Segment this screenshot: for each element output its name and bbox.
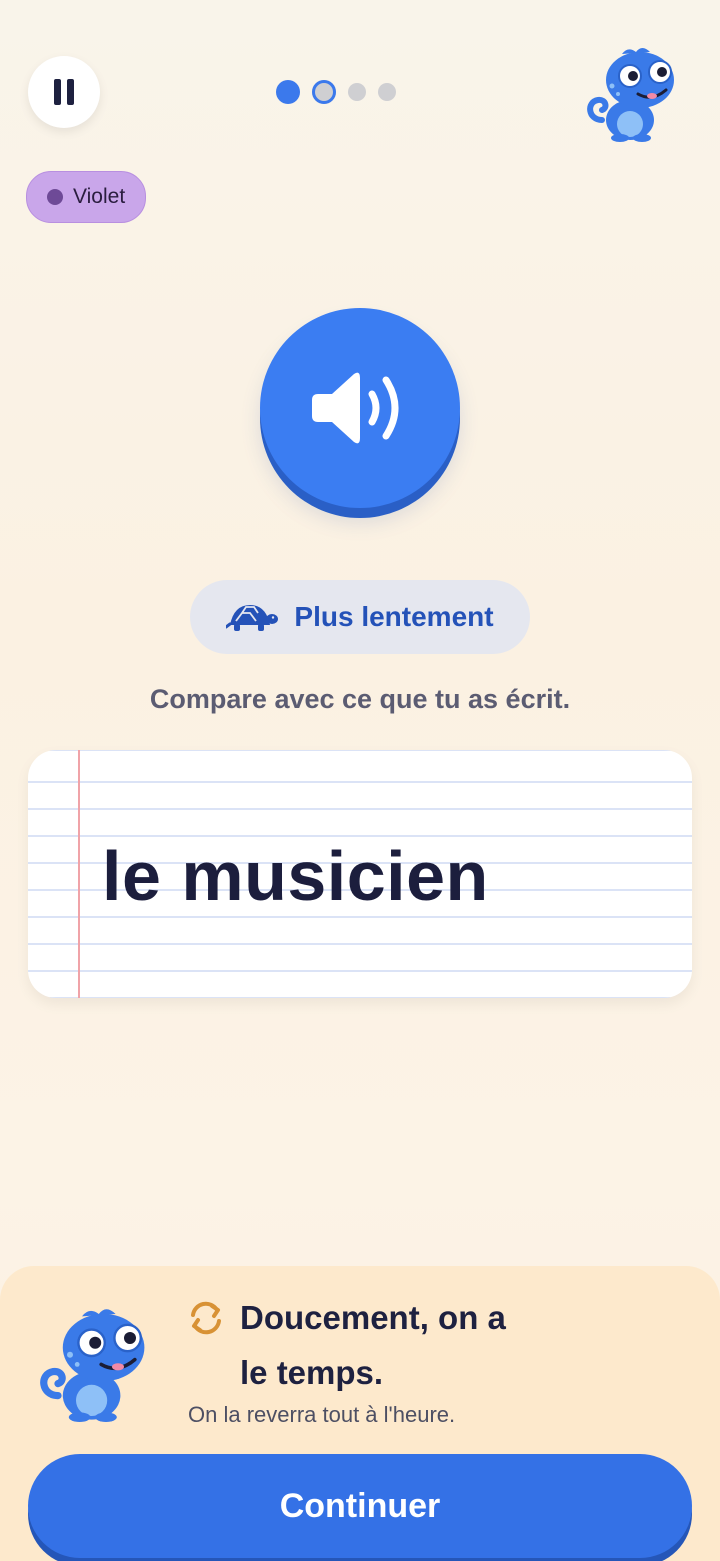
answer-word: le musicien	[102, 837, 489, 915]
tag-dot-icon	[47, 189, 63, 205]
progress-dot-1	[276, 80, 300, 104]
notebook-margin-line	[78, 750, 80, 998]
answer-card: le musicien	[28, 750, 692, 998]
chameleon-mascot-icon	[587, 48, 674, 142]
pause-button[interactable]	[28, 56, 100, 128]
speaker-icon	[312, 372, 399, 444]
pause-icon	[54, 79, 61, 105]
progress-dot-4	[378, 83, 396, 101]
pause-icon-bar	[67, 79, 74, 105]
feedback-title-line2: le temps.	[240, 1354, 384, 1391]
progress-dot-3	[348, 83, 366, 101]
feedback-title: Doucement, on a le temps.	[240, 1290, 600, 1400]
continue-label: Continuer	[279, 1486, 441, 1525]
continue-button[interactable]: Continuer	[28, 1454, 692, 1558]
tag-label: Violet	[73, 185, 126, 208]
play-audio-button[interactable]	[260, 308, 460, 508]
instruction-text: Compare avec ce que tu as écrit.	[149, 684, 571, 714]
progress-dots	[276, 80, 396, 104]
refresh-icon	[191, 1301, 221, 1335]
feedback-title-line1: Doucement, on a	[240, 1299, 506, 1336]
feedback-subtitle: On la reverra tout à l'heure.	[188, 1402, 456, 1427]
play-slower-label: Plus lentement	[294, 601, 494, 632]
progress-dot-2	[312, 80, 336, 104]
chameleon-mascot-icon	[40, 1309, 145, 1422]
play-slower-button[interactable]: Plus lentement	[190, 580, 530, 654]
color-tag: Violet	[26, 171, 147, 223]
turtle-icon	[226, 605, 279, 631]
